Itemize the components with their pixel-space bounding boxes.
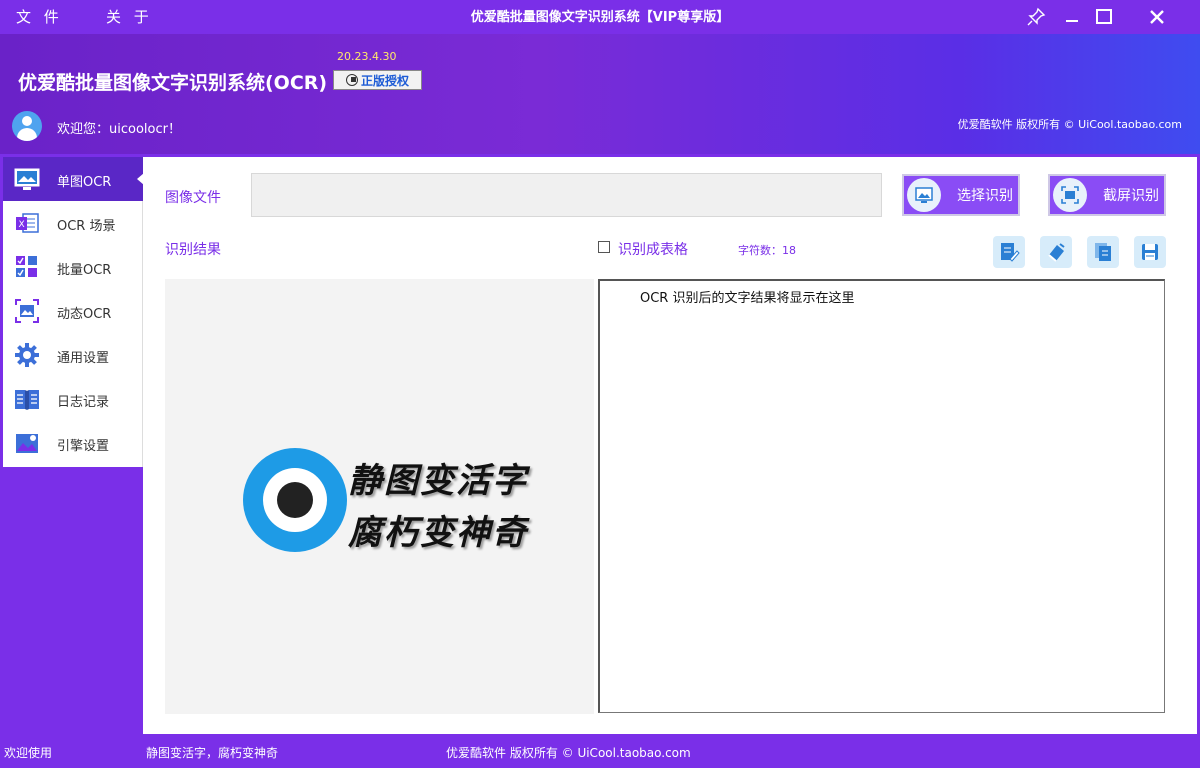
excel-icon: X	[16, 213, 39, 233]
welcome-text: 欢迎您：uicoolocr！	[57, 122, 181, 137]
image-preview: 静图变活字 腐朽变神奇	[165, 279, 594, 714]
sidebar-item-label: 单图OCR	[57, 175, 112, 190]
engine-image-icon	[16, 434, 38, 453]
book-icon	[15, 390, 39, 410]
result-text: OCR 识别后的文字结果将显示在这里	[640, 291, 855, 306]
minimize-icon[interactable]	[1057, 4, 1087, 30]
select-image-icon	[907, 178, 941, 212]
slogan-line-1: 静图变活字	[348, 461, 528, 501]
screenshot-frame-icon	[15, 299, 39, 323]
sidebar-item-label: 动态OCR	[57, 307, 112, 322]
screenshot-image-icon	[1053, 178, 1087, 212]
window-title: 优爱酷批量图像文字识别系统【VIP尊享版】	[470, 10, 730, 25]
file-path-input[interactable]	[251, 173, 882, 217]
header-copyright: 优爱酷软件 版权所有 © UiCool.taobao.com	[957, 118, 1182, 131]
sidebar-item-general-settings[interactable]: 通用设置	[3, 333, 143, 377]
license-label: 正版授权	[360, 73, 409, 88]
screenshot-recognize-button[interactable]: 截屏识别	[1048, 174, 1166, 216]
status-left: 欢迎使用	[4, 746, 53, 760]
save-icon[interactable]	[1134, 236, 1166, 268]
sidebar-item-label: 批量OCR	[57, 263, 112, 278]
sidebar-item-dynamic-ocr[interactable]: 动态OCR	[3, 289, 143, 333]
sidebar-item-single-ocr[interactable]: 单图OCR	[3, 157, 144, 201]
sidebar-item-label: 日志记录	[57, 395, 110, 410]
slogan-line-2: 腐朽变神奇	[348, 513, 528, 553]
status-bar: 欢迎使用 静图变活字，腐朽变神奇 优爱酷软件 版权所有 © UiCool.tao…	[0, 734, 1200, 768]
sidebar-item-ocr-scene[interactable]: X OCR 场景	[3, 201, 143, 245]
sidebar-item-log[interactable]: 日志记录	[3, 377, 143, 421]
license-button[interactable]: 正版授权	[333, 70, 422, 90]
header-banner: 20.23.4.30 优爱酷批量图像文字识别系统(OCR) 正版授权 欢迎您：u…	[0, 34, 1200, 154]
screenshot-recognize-label: 截屏识别	[1103, 188, 1159, 204]
close-icon[interactable]	[1142, 4, 1172, 30]
batch-images-icon	[16, 256, 37, 277]
table-checkbox[interactable]	[598, 241, 610, 253]
select-recognize-label: 选择识别	[957, 188, 1013, 204]
sidebar-item-engine-settings[interactable]: 引擎设置	[3, 421, 143, 465]
pin-icon[interactable]	[1021, 4, 1051, 30]
sidebar: 单图OCR X OCR 场景 批量OCR 动态OCR 通用设置 日志记录 引擎设…	[3, 157, 144, 467]
sidebar-item-label: OCR 场景	[57, 219, 116, 234]
status-copyright: 优爱酷软件 版权所有 © UiCool.taobao.com	[446, 746, 691, 760]
edit-icon[interactable]	[993, 236, 1025, 268]
gear-icon	[15, 343, 39, 367]
title-bar: 文 件 关 于 优爱酷批量图像文字识别系统【VIP尊享版】	[0, 0, 1200, 34]
avatar[interactable]	[12, 111, 42, 141]
clear-icon[interactable]	[1040, 236, 1072, 268]
result-label: 识别结果	[165, 242, 221, 258]
result-textarea[interactable]: OCR 识别后的文字结果将显示在这里	[598, 279, 1165, 713]
version-label: 20.23.4.30	[337, 50, 397, 63]
maximize-icon[interactable]	[1089, 4, 1119, 30]
table-checkbox-label[interactable]: 识别成表格	[618, 239, 688, 259]
license-icon	[345, 74, 358, 86]
select-recognize-button[interactable]: 选择识别	[902, 174, 1020, 216]
monitor-image-icon	[14, 168, 40, 190]
logo-eye-icon	[243, 448, 347, 552]
file-label: 图像文件	[165, 190, 221, 206]
sidebar-item-label: 引擎设置	[57, 439, 110, 454]
svg-text:X: X	[19, 220, 25, 230]
copy-icon[interactable]	[1087, 236, 1119, 268]
status-slogan: 静图变活字，腐朽变神奇	[146, 746, 279, 760]
char-count: 字符数：18	[738, 244, 796, 257]
app-title: 优爱酷批量图像文字识别系统(OCR)	[18, 72, 328, 94]
sidebar-item-label: 通用设置	[57, 351, 110, 366]
main-panel: 图像文件 选择识别 截屏识别 识别结果 识别成表格 字符数：18 静图变活字 腐…	[143, 157, 1197, 734]
sidebar-item-batch-ocr[interactable]: 批量OCR	[3, 245, 143, 289]
